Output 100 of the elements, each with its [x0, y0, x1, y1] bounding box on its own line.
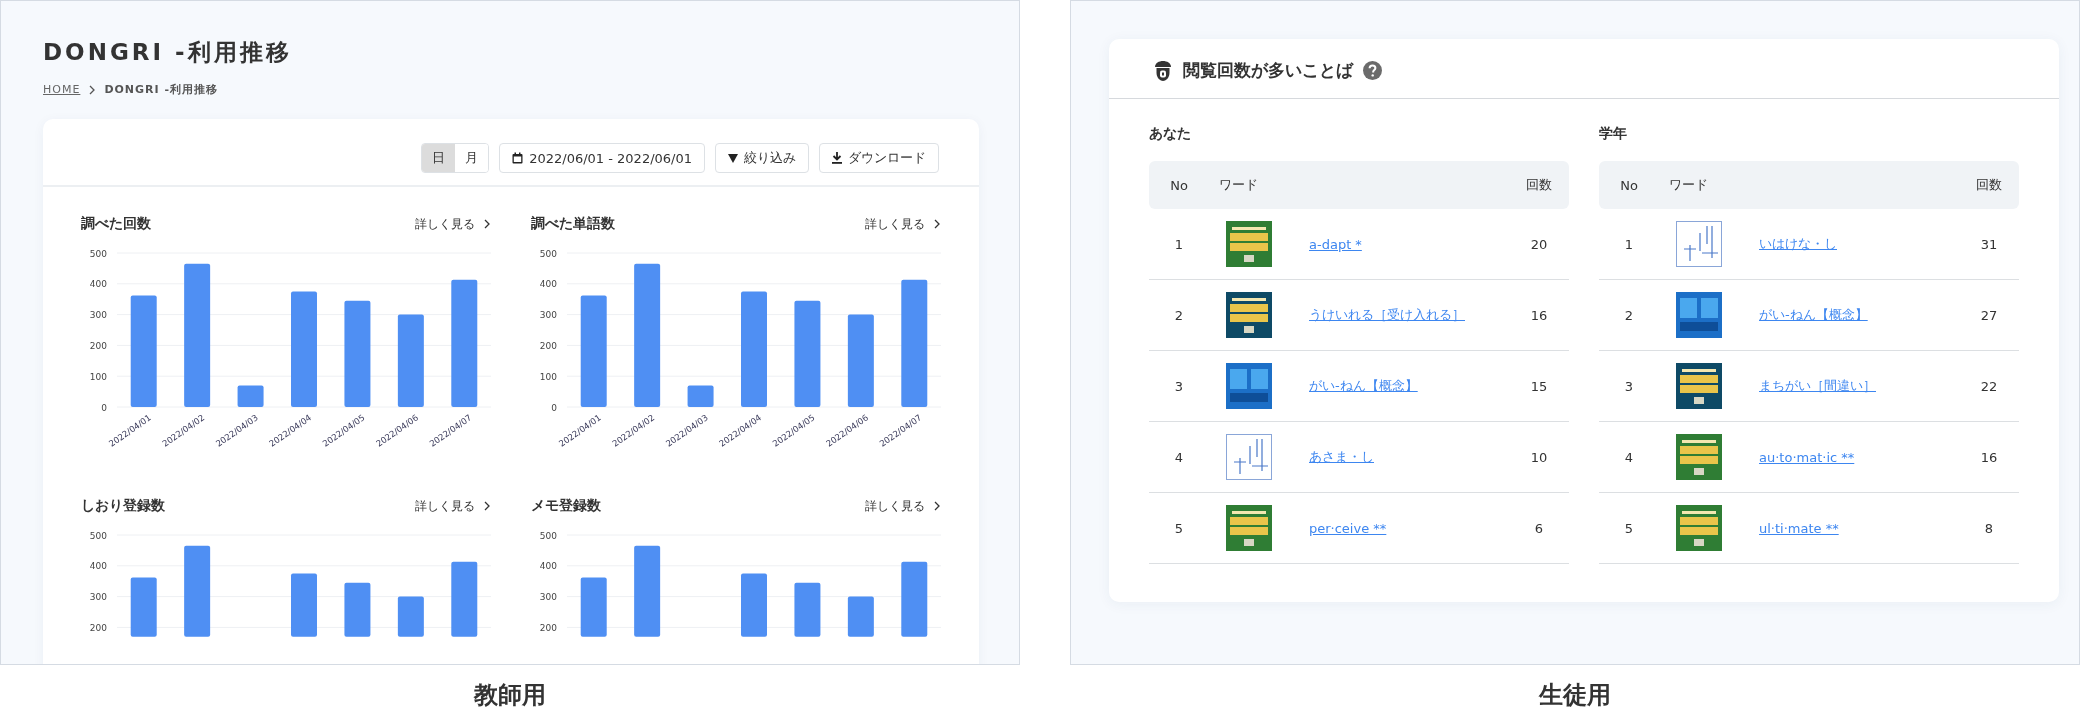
- column-header: No: [1619, 177, 1639, 193]
- y-axis-label: 300: [89, 310, 107, 321]
- breadcrumb-current: DONGRI -利用推移: [104, 82, 219, 97]
- rank-number: 2: [1623, 307, 1635, 323]
- panel-caption: 教師用: [472, 680, 547, 711]
- see-more-link[interactable]: 詳しく見る: [415, 215, 491, 233]
- word-link[interactable]: per·ceive **: [1309, 520, 1509, 536]
- y-axis-label: 400: [89, 279, 107, 290]
- rank-number: 1: [1173, 236, 1185, 252]
- column-header: 回数: [1975, 176, 2003, 194]
- bar: [237, 385, 264, 407]
- dictionary-cover-icon: [1676, 434, 1722, 480]
- y-axis-label: 500: [89, 248, 107, 259]
- chevron-right-icon: [483, 501, 491, 511]
- chevron-right-icon: [933, 501, 941, 511]
- view-count: 16: [1529, 307, 1549, 323]
- filter-button[interactable]: 絞り込み: [715, 143, 809, 173]
- rank-number: 1: [1623, 236, 1635, 252]
- page-title: DONGRI -利用推移: [43, 38, 293, 67]
- bar: [580, 577, 607, 637]
- word-link[interactable]: いはけな・し: [1759, 235, 1959, 253]
- bar: [741, 573, 767, 637]
- view-count: 8: [1983, 520, 1995, 536]
- y-axis-label: 300: [89, 592, 107, 603]
- word-link[interactable]: うけいれる［受け入れる］: [1309, 306, 1509, 324]
- column-header: No: [1169, 177, 1189, 193]
- rank-number: 5: [1173, 520, 1185, 536]
- section-title: 閲覧回数が多いことば: [1183, 59, 1353, 82]
- chart-title: メモ登録数: [531, 497, 601, 515]
- y-axis-label: 200: [89, 340, 107, 351]
- help-icon[interactable]: [1363, 61, 1382, 80]
- rank-number: 2: [1173, 307, 1185, 323]
- rank-number: 3: [1173, 378, 1185, 394]
- dictionary-cover-icon: [1226, 221, 1272, 267]
- bar: [130, 577, 157, 637]
- ranking-heading: あなた: [1149, 125, 1192, 143]
- y-axis-label: 300: [539, 592, 557, 603]
- y-axis-label: 300: [539, 310, 557, 321]
- dictionary-cover-icon: [1226, 363, 1272, 409]
- see-more-link[interactable]: 詳しく見る: [865, 497, 941, 515]
- calendar-icon: [512, 152, 524, 164]
- rank-number: 4: [1623, 449, 1635, 465]
- dictionary-cover-icon: [1226, 434, 1272, 480]
- bar: [344, 582, 371, 637]
- view-count: 31: [1979, 236, 1999, 252]
- view-count: 20: [1529, 236, 1549, 252]
- y-axis-label: 100: [89, 371, 107, 382]
- breadcrumb-link[interactable]: HOME: [43, 83, 81, 96]
- y-axis-label: 200: [89, 622, 107, 633]
- word-link[interactable]: がい-ねん【概念】: [1309, 377, 1509, 395]
- bar: [687, 385, 714, 407]
- chart-title: 調べた単語数: [531, 215, 615, 233]
- y-axis-label: 0: [101, 402, 107, 413]
- column-header: ワード: [1669, 176, 1709, 194]
- y-axis-label: 500: [539, 248, 557, 259]
- acorn-icon: [1153, 59, 1173, 82]
- dictionary-cover-icon: [1226, 292, 1272, 338]
- chevron-right-icon: [483, 219, 491, 229]
- see-more-link[interactable]: 詳しく見る: [415, 497, 491, 515]
- view-count: 27: [1979, 307, 1999, 323]
- bar: [291, 573, 317, 637]
- view-count: 22: [1979, 378, 1999, 394]
- y-axis-label: 400: [89, 561, 107, 572]
- dictionary-cover-icon: [1676, 505, 1722, 551]
- y-axis-label: 200: [539, 622, 557, 633]
- word-link[interactable]: あさま・し: [1309, 448, 1509, 466]
- see-more-link[interactable]: 詳しく見る: [865, 215, 941, 233]
- rank-number: 3: [1623, 378, 1635, 394]
- rank-number: 4: [1173, 449, 1185, 465]
- word-link[interactable]: ul·ti·mate **: [1759, 520, 1959, 536]
- y-axis-label: 400: [539, 279, 557, 290]
- date-range-button[interactable]: 2022/06/01 - 2022/06/01: [499, 143, 705, 173]
- word-link[interactable]: まちがい［間違い］: [1759, 377, 1959, 395]
- y-axis-label: 200: [539, 340, 557, 351]
- dictionary-cover-icon: [1676, 292, 1722, 338]
- y-axis-label: 500: [539, 530, 557, 541]
- view-count: 15: [1529, 378, 1549, 394]
- column-header: 回数: [1525, 176, 1553, 194]
- filter-triangle-icon: [728, 153, 738, 163]
- rank-number: 5: [1623, 520, 1635, 536]
- chevron-right-icon: [933, 219, 941, 229]
- download-icon: [832, 152, 842, 164]
- bar: [847, 596, 874, 637]
- word-link[interactable]: au·to·mat·ic **: [1759, 449, 1959, 465]
- y-axis-label: 400: [539, 561, 557, 572]
- y-axis-label: 500: [89, 530, 107, 541]
- view-count: 16: [1979, 449, 1999, 465]
- view-count: 10: [1529, 449, 1549, 465]
- chart-title: 調べた回数: [81, 215, 151, 233]
- chart-title: しおり登録数: [81, 497, 165, 515]
- dictionary-cover-icon: [1676, 363, 1722, 409]
- view-count: 6: [1533, 520, 1545, 536]
- bar: [397, 596, 424, 637]
- bar: [794, 582, 821, 637]
- ranking-heading: 学年: [1599, 125, 1628, 143]
- dictionary-cover-icon: [1676, 221, 1722, 267]
- period-option[interactable]: 日: [422, 144, 456, 172]
- download-button[interactable]: ダウンロード: [819, 143, 939, 173]
- word-link[interactable]: がい-ねん【概念】: [1759, 306, 1959, 324]
- word-link[interactable]: a-dapt *: [1309, 236, 1509, 252]
